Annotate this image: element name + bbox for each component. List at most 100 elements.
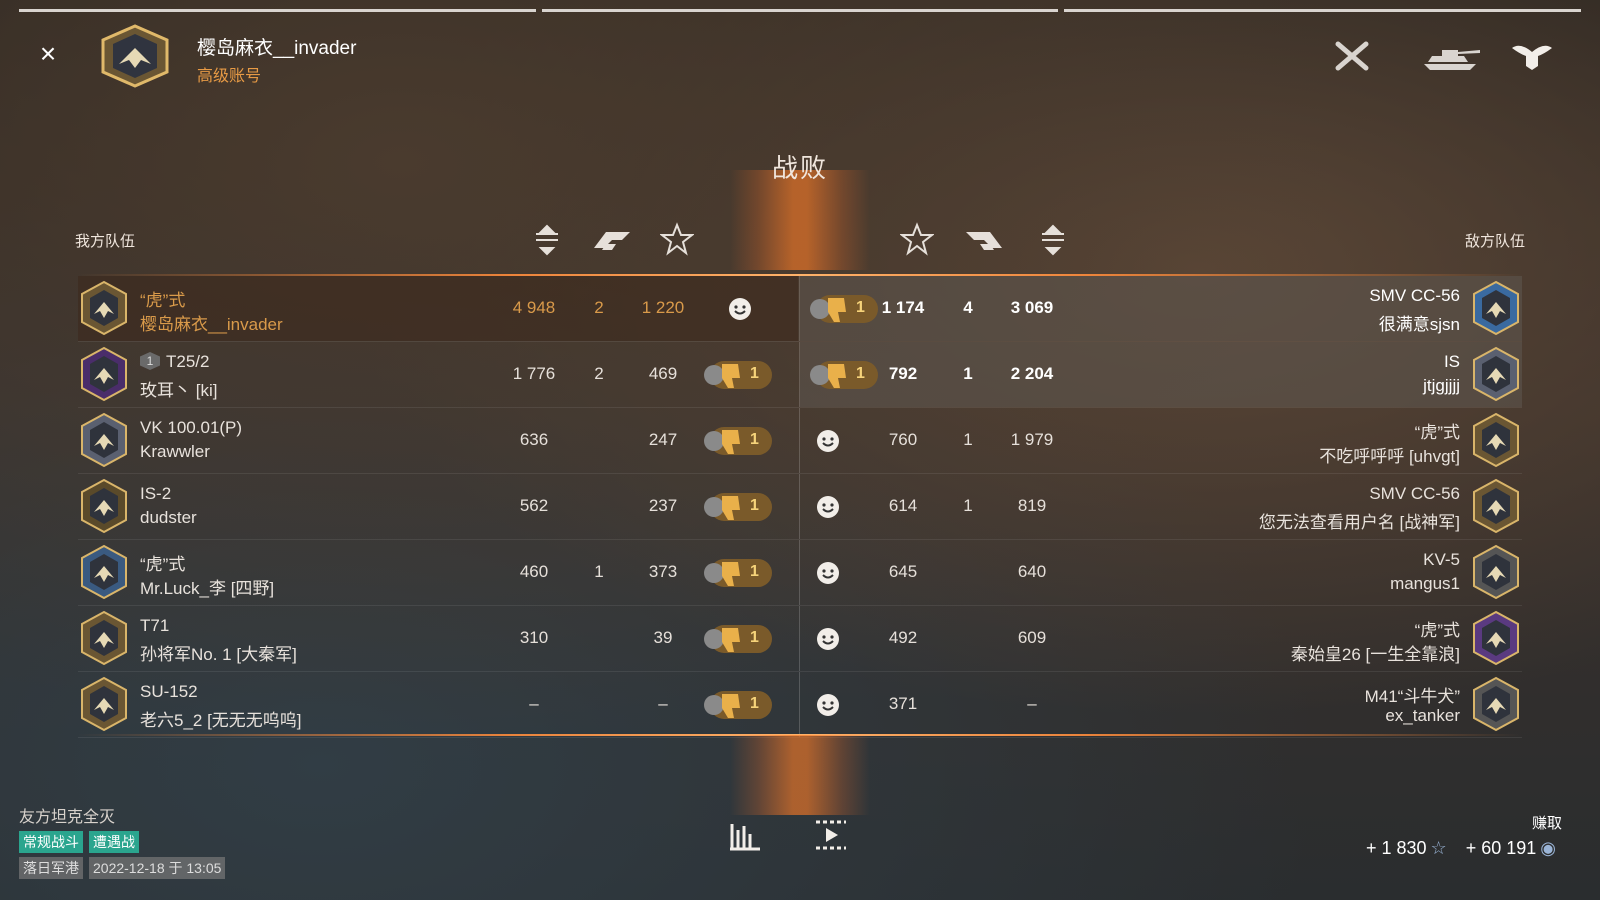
ally-xp-value: 373 <box>648 562 678 581</box>
enemy-tank-name: KV-5 <box>1423 550 1460 569</box>
enemy-player-badge <box>1470 280 1522 336</box>
ally-dislike-reaction-button[interactable]: 1 <box>700 622 774 656</box>
xp-earned: + 1 830 <box>1365 838 1427 858</box>
ally-player-row[interactable]: “虎”式 Mr.Luck_李 [四野] 460 1 373 1 <box>78 540 798 605</box>
enemy-damage-value: 3 069 <box>1010 298 1054 317</box>
enemy-xp-value: 371 <box>888 694 918 713</box>
ally-xp-value: 469 <box>648 364 678 383</box>
enemy-player-row[interactable]: 645 640 KV-5 mangus1 <box>800 540 1522 605</box>
enemy-smile-reaction-icon[interactable] <box>816 693 840 717</box>
dislike-count: 1 <box>750 629 759 646</box>
map-name-tag: 落日军港 <box>19 857 83 879</box>
damage-sort-icon[interactable] <box>1036 222 1070 256</box>
enemy-damage-value: 819 <box>1017 496 1047 515</box>
ally-xp-value: 1 220 <box>641 298 685 317</box>
battle-status: 友方坦克全灭 <box>19 809 116 826</box>
ally-dislike-reaction-button[interactable]: 1 <box>700 424 774 458</box>
earned-values: + 1 830 ☆ + 60 191 ◉ <box>1352 838 1556 859</box>
enemy-damage-value: – <box>1027 694 1037 713</box>
detailed-stats-icon[interactable] <box>728 818 762 852</box>
enemy-player-row[interactable]: 614 1 819 SMV CC-56 您无法查看用户名 [战神军] <box>800 474 1522 539</box>
kills-icon[interactable] <box>592 222 632 256</box>
enemy-smile-reaction-icon[interactable] <box>816 627 840 651</box>
close-button[interactable]: × <box>36 40 60 68</box>
ally-player-badge <box>78 346 130 402</box>
dislike-count: 1 <box>750 365 759 382</box>
enemy-smile-reaction-icon[interactable] <box>816 495 840 519</box>
enemy-tank-name: “虎”式 <box>1414 621 1460 640</box>
damage-sort-icon[interactable] <box>530 222 564 256</box>
ally-tank-name: VK 100.01(P) <box>140 418 243 437</box>
ally-player-row[interactable]: “虎”式 樱岛麻衣__invader 4 948 2 1 220 <box>78 276 798 341</box>
enemy-smile-reaction-icon[interactable] <box>816 429 840 453</box>
enemy-damage-value: 640 <box>1017 562 1047 581</box>
ally-damage-value: 636 <box>519 430 549 449</box>
enemy-player-row[interactable]: 760 1 1 979 “虎”式 不吃呼呼呼 [uhvgt] <box>800 408 1522 473</box>
enemy-tank-name: SMV CC-56 <box>1369 484 1460 503</box>
ally-xp-value: – <box>658 694 668 713</box>
top-tab-indicators <box>19 9 1582 12</box>
enemy-tank-name: SMV CC-56 <box>1369 286 1460 305</box>
table-row: “虎”式 樱岛麻衣__invader 4 948 2 1 220 1 1 174 4 3 069… <box>78 276 1522 342</box>
dislike-count: 1 <box>750 497 759 514</box>
ally-player-row[interactable]: T71 孙将军No. 1 [大秦军] 310 39 1 <box>78 606 798 671</box>
table-row: VK 100.01(P) Krawwler 636 247 1 760 1 1 979 “虎”式… <box>78 408 1522 474</box>
ally-damage-value: – <box>529 694 539 713</box>
ally-smile-reaction-icon[interactable] <box>728 297 752 321</box>
dislike-count: 1 <box>750 563 759 580</box>
replay-icon[interactable] <box>814 818 848 852</box>
ally-player-badge <box>78 676 130 732</box>
tank-icon[interactable] <box>1418 38 1480 74</box>
ally-xp-value: 247 <box>648 430 678 449</box>
enemy-tank-name: “虎”式 <box>1414 423 1460 442</box>
ally-player-row[interactable]: IS-2 dudster 562 237 1 <box>78 474 798 539</box>
ally-tank-name: SU-152 <box>140 682 198 701</box>
table-row: IS-2 dudster 562 237 1 614 1 819 SMV CC-56 您无法查看用… <box>78 474 1522 540</box>
ally-dislike-reaction-button[interactable]: 1 <box>700 688 774 722</box>
account-type: 高级账号 <box>197 68 262 85</box>
enemy-player-row[interactable]: 11 174 4 3 069 SMV CC-56 很满意sjsn <box>800 276 1522 341</box>
enemy-player-row[interactable]: 1 792 1 2 204 IS jtjgjjjj <box>800 342 1522 407</box>
battle-info: 友方坦克全灭 常规战斗 遭遇战 落日军港 2022-12-18 于 13:05 <box>19 803 226 883</box>
ally-player-badge <box>78 478 130 534</box>
ally-xp-value: 237 <box>648 496 678 515</box>
ally-dislike-reaction-button[interactable]: 1 <box>700 556 774 590</box>
enemy-player-row[interactable]: 492 609 “虎”式 秦始皇26 [一生全靠浪] <box>800 606 1522 671</box>
ally-tank-name: T25/2 <box>166 352 210 371</box>
result-light-beam-top <box>730 170 870 270</box>
earned-label: 赚取 <box>1531 815 1562 832</box>
enemy-player-badge <box>1470 412 1522 468</box>
player-rank-badge <box>101 24 169 88</box>
experience-star-icon[interactable] <box>900 222 934 256</box>
platoon-badge: 1 <box>140 352 160 370</box>
ally-player-row[interactable]: SU-152 老六5_2 [无无无呜呜] – – 1 <box>78 672 798 737</box>
enemy-player-row[interactable]: 371 – M41“斗牛犬” ex_tanker <box>800 672 1522 737</box>
enemy-damage-value: 1 979 <box>1010 430 1054 449</box>
enemy-xp-value: 645 <box>888 562 918 581</box>
ally-damage-value: 310 <box>519 628 549 647</box>
enemy-tank-name: M41“斗牛犬” <box>1364 687 1460 706</box>
ally-player-row[interactable]: VK 100.01(P) Krawwler 636 247 1 <box>78 408 798 473</box>
ally-dislike-reaction-button[interactable]: 1 <box>700 358 774 392</box>
ally-player-nick: Mr.Luck_李 [四野] <box>140 579 275 598</box>
dislike-count: 1 <box>750 695 759 712</box>
enemy-player-nick: jtjgjjjj <box>1423 376 1460 395</box>
table-row: T71 孙将军No. 1 [大秦军] 310 39 1 492 609 “虎”式 秦始皇26 [… <box>78 606 1522 672</box>
ally-player-nick: 孙将军No. 1 [大秦军] <box>140 645 297 664</box>
kills-icon[interactable] <box>964 222 1004 256</box>
enemy-tank-name: IS <box>1443 352 1460 371</box>
ally-player-nick: Krawwler <box>140 442 210 461</box>
table-row: “虎”式 Mr.Luck_李 [四野] 460 1 373 1 645 640 KV-5 mang… <box>78 540 1522 606</box>
dislike-count: 1 <box>750 431 759 448</box>
ally-dislike-reaction-button[interactable]: 1 <box>700 490 774 524</box>
battle-type-tag: 遭遇战 <box>89 831 139 853</box>
enemy-player-nick: mangus1 <box>1390 574 1460 593</box>
scoreboard: “虎”式 樱岛麻衣__invader 4 948 2 1 220 1 1 174 4 3 069… <box>78 276 1522 738</box>
clan-eagle-icon[interactable] <box>1508 38 1556 74</box>
ally-player-nick: 樱岛麻衣__invader <box>140 315 283 334</box>
ally-player-row[interactable]: 1 T25/2 玫耳丶 [ki] 1 776 2 469 1 <box>78 342 798 407</box>
experience-star-icon[interactable] <box>660 222 694 256</box>
battle-crossed-swords-icon[interactable] <box>1328 38 1376 74</box>
enemy-xp-value: 492 <box>888 628 918 647</box>
enemy-smile-reaction-icon[interactable] <box>816 561 840 585</box>
